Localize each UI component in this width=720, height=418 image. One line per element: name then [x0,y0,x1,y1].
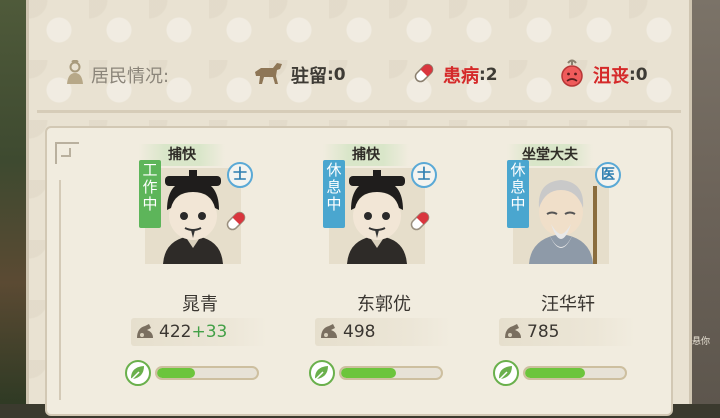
resident-name: 晁青 [182,294,218,315]
pill-icon [411,60,437,91]
stat-value: 422 [159,322,192,342]
energy-bar [309,360,459,386]
stat-value: 785 [527,322,560,342]
residents-panel: 居民情况: 驻留 :0 患病 :2 沮丧:0 捕快 工作中 士 晁青 422+… [26,0,692,416]
strength-icon [501,320,525,348]
energy-bar-fill [341,368,396,378]
person-icon [65,59,85,91]
energy-bar-fill [157,368,195,378]
divider-line [59,180,61,400]
sick-pill-icon[interactable] [223,208,249,238]
horse-icon [251,60,285,91]
rank-badge: 医 [595,162,621,188]
depressed-status[interactable]: 沮丧 :0 [557,58,648,93]
energy-bar-track [339,366,443,380]
sick-pill-icon[interactable] [407,208,433,238]
strength-icon [317,320,341,348]
corner-ornament [55,142,79,164]
energy-bar [493,360,643,386]
stat-bonus: +33 [191,322,228,342]
rank-badge: 士 [411,162,437,188]
sick-label: 患病 [443,66,479,87]
strength-icon [133,320,157,348]
state-tag-resting: 休息中 [507,160,529,228]
state-tag-working: 工作中 [139,160,161,228]
energy-bar-fill [525,368,585,378]
state-tag-resting: 休息中 [323,160,345,228]
resident-list: 捕快 工作中 士 晁青 422+33 捕快 休息中 士 东郭优 498 坐堂大夫… [45,126,673,416]
background-scene-left [0,0,26,404]
resident-card[interactable]: 捕快 休息中 士 东郭优 498 [299,128,469,418]
sick-count: :2 [479,65,498,85]
energy-bar-track [523,366,627,380]
stat-value: 498 [343,322,376,342]
sick-status[interactable]: 患病 :2 [411,60,498,90]
offscreen-hint-text: 悬你 [692,337,711,347]
resident-card[interactable]: 坐堂大夫 休息中 医 汪华轩 785 [483,128,653,418]
leaf-icon [125,360,151,386]
energy-bar-track [155,366,259,380]
stationed-status[interactable]: 驻留 :0 [251,60,346,90]
resident-name: 汪华轩 [541,294,595,315]
stat-row: 422+33 [131,318,267,346]
rank-badge: 士 [227,162,253,188]
stat-row: 498 [315,318,451,346]
residents-status-label: 居民情况: [91,66,170,87]
stationed-count: :0 [327,65,346,85]
stat-row: 785 [499,318,635,346]
residents-status: 居民情况: [65,59,170,91]
energy-bar [125,360,275,386]
resident-name: 东郭优 [357,294,411,315]
resident-status-bar: 居民情况: 驻留 :0 患病 :2 沮丧:0 [37,38,681,113]
leaf-icon [493,360,519,386]
stationed-label: 驻留 [291,66,327,87]
depressed-label: 沮丧 [593,66,629,87]
depressed-count: :0 [629,65,648,85]
sad-face-icon [557,58,587,93]
resident-card[interactable]: 捕快 工作中 士 晁青 422+33 [115,128,285,418]
leaf-icon [309,360,335,386]
